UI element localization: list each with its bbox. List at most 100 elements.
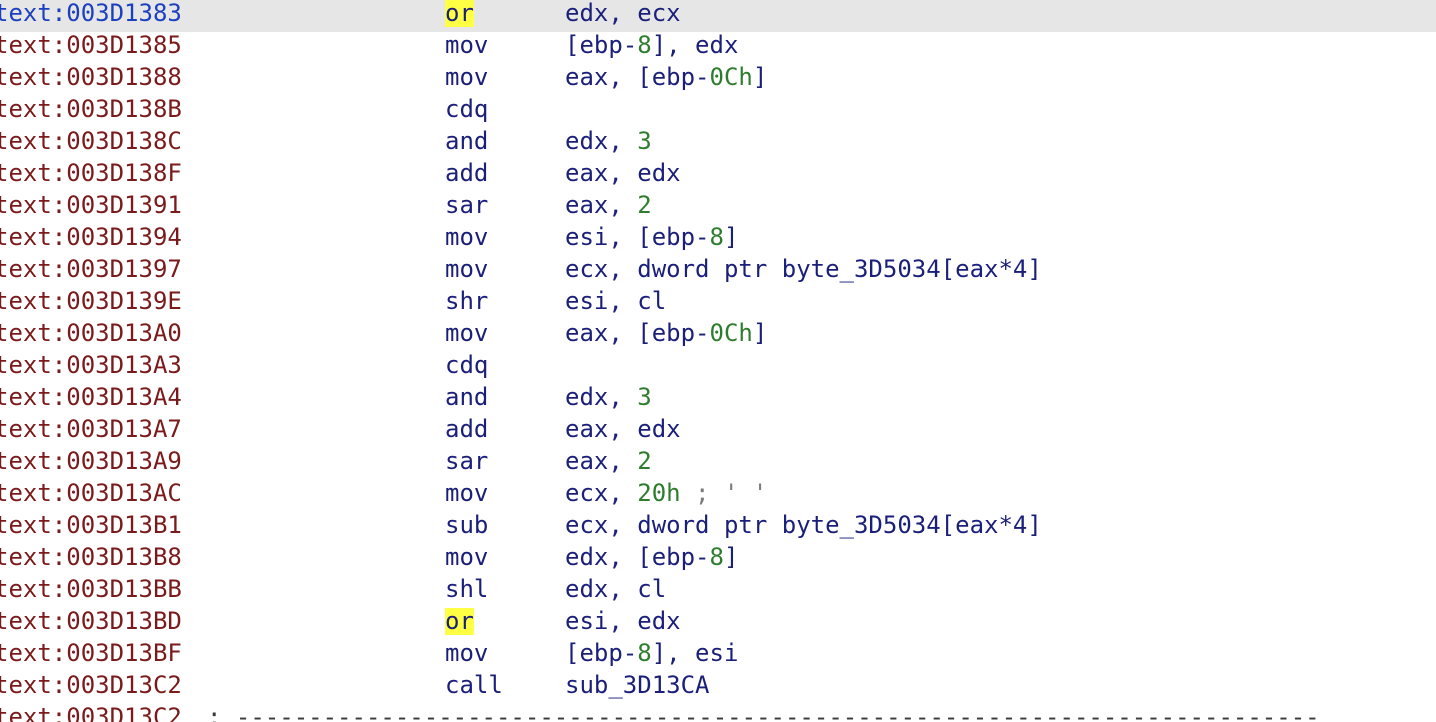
listing-line[interactable]: text:003D13BF mov [ebp-8], esi [0,640,1436,672]
mnemonic[interactable]: mov [445,32,488,59]
operands[interactable]: edx, 3 [565,384,652,411]
listing-line[interactable]: text:003D1391 sar eax, 2 [0,192,1436,224]
mnemonic[interactable]: shl [445,576,488,603]
listing-line[interactable]: text:003D138C and edx, 3 [0,128,1436,160]
disassembly-listing[interactable]: text:003D1383 or edx, ecx text:003D1385 … [0,0,1436,722]
operands[interactable]: sub_3D13CA [565,672,710,699]
operands[interactable]: edx, cl [565,576,666,603]
listing-line[interactable]: text:003D13B8 mov edx, [ebp-8] [0,544,1436,576]
mnemonic[interactable]: sub [445,512,488,539]
mnemonic[interactable]: sar [445,192,488,219]
listing-line[interactable]: text:003D1383 or edx, ecx [0,0,1436,32]
listing-line[interactable]: text:003D13A3 cdq [0,352,1436,384]
mnemonic[interactable]: mov [445,544,488,571]
operands[interactable]: edx, ecx [565,0,681,27]
operands[interactable]: [ebp-8], edx [565,32,738,59]
mnemonic[interactable]: mov [445,224,488,251]
listing-line[interactable]: text:003D13A0 mov eax, [ebp-0Ch] [0,320,1436,352]
operand-text: [ebp- [565,31,638,59]
mnemonic[interactable]: cdq [445,96,488,123]
operands[interactable]: ecx, 20h ; ' ' [565,480,767,507]
address: text:003D139E [0,287,182,315]
listing-line[interactable]: text:003D139E shr esi, cl [0,288,1436,320]
address: text:003D13A7 [0,415,182,443]
mnemonic[interactable]: call [445,672,503,699]
listing-line[interactable]: text:003D13A4 and edx, 3 [0,384,1436,416]
operands[interactable]: [ebp-8], esi [565,640,738,667]
operand-text: edx, [565,127,638,155]
operand-number: 3 [637,127,652,155]
operands[interactable]: esi, [ebp-8] [565,224,738,251]
address: text:003D13B8 [0,543,182,571]
operand-number: 8 [709,543,724,571]
mnemonic[interactable]: sar [445,448,488,475]
mnemonic[interactable]: and [445,384,488,411]
operands[interactable]: eax, edx [565,160,681,187]
operands[interactable]: eax, [ebp-0Ch] [565,64,767,91]
address: text:003D13BB [0,575,182,603]
mnemonic[interactable]: mov [445,480,488,507]
listing-line[interactable]: text:003D13BD or esi, edx [0,608,1436,640]
operand-text: esi, [ebp- [565,223,710,251]
mnemonic[interactable]: mov [445,256,488,283]
operands[interactable]: edx, [ebp-8] [565,544,738,571]
operand-number: 2 [637,191,652,219]
address: text:003D13AC [0,479,182,507]
address: text:003D13B1 [0,511,182,539]
listing-line[interactable]: text:003D13C2 call sub_3D13CA [0,672,1436,704]
operand-text: ], edx [651,31,739,59]
address: text:003D1397 [0,255,182,283]
operands[interactable]: eax, edx [565,416,681,443]
mnemonic[interactable]: cdq [445,352,488,379]
mnemonic[interactable]: add [445,416,488,443]
mnemonic[interactable]: mov [445,640,488,667]
operand-number: 8 [709,223,724,251]
listing-line[interactable]: text:003D13A7 add eax, edx [0,416,1436,448]
listing-line[interactable]: text:003D1394 mov esi, [ebp-8] [0,224,1436,256]
listing-separator-line[interactable]: text:003D13C2 ; ------------------------… [0,704,1436,722]
operand-text: ] [752,319,768,347]
operand-number: 2 [637,447,652,475]
listing-line[interactable]: text:003D13BB shl edx, cl [0,576,1436,608]
listing-line[interactable]: text:003D138B cdq [0,96,1436,128]
operand-number: 20h [637,479,681,507]
mnemonic[interactable]: or [445,608,474,635]
operands[interactable]: edx, 3 [565,128,652,155]
operand-text: edx, [ebp- [565,543,710,571]
address: text:003D1385 [0,31,182,59]
operands[interactable]: eax, 2 [565,192,652,219]
operand-number: 8 [637,639,652,667]
mnemonic[interactable]: or [445,0,474,27]
operands[interactable]: ecx, dword ptr byte_3D5034[eax*4] [565,512,1042,539]
operand-text: ], esi [651,639,739,667]
address: text:003D13A0 [0,319,182,347]
operand-text: edx, [565,383,638,411]
mnemonic[interactable]: and [445,128,488,155]
listing-line[interactable]: text:003D13B1 sub ecx, dword ptr byte_3D… [0,512,1436,544]
address: text:003D1388 [0,63,182,91]
operands[interactable]: eax, [ebp-0Ch] [565,320,767,347]
operand-text: [ebp- [565,639,638,667]
operand-text: ] [752,63,768,91]
mnemonic[interactable]: shr [445,288,488,315]
mnemonic[interactable]: mov [445,320,488,347]
operand-number: 0Ch [709,319,753,347]
address: text:003D13A4 [0,383,182,411]
operands[interactable]: esi, cl [565,288,666,315]
operand-text: eax, [ebp- [565,63,710,91]
operands[interactable]: eax, 2 [565,448,652,475]
listing-line[interactable]: text:003D1385 mov [ebp-8], edx [0,32,1436,64]
operands[interactable]: ecx, dword ptr byte_3D5034[eax*4] [565,256,1042,283]
listing-line[interactable]: text:003D13AC mov ecx, 20h ; ' ' [0,480,1436,512]
address: text:003D138B [0,95,182,123]
listing-line[interactable]: text:003D138F add eax, edx [0,160,1436,192]
listing-line[interactable]: text:003D1388 mov eax, [ebp-0Ch] [0,64,1436,96]
mnemonic[interactable]: add [445,160,488,187]
comment: ; ' ' [680,479,768,507]
operands[interactable]: esi, edx [565,608,681,635]
listing-line[interactable]: text:003D1397 mov ecx, dword ptr byte_3D… [0,256,1436,288]
address: text:003D13C2 [0,671,182,699]
mnemonic[interactable]: mov [445,64,488,91]
listing-line[interactable]: text:003D13A9 sar eax, 2 [0,448,1436,480]
operand-text: eax, [ebp- [565,319,710,347]
